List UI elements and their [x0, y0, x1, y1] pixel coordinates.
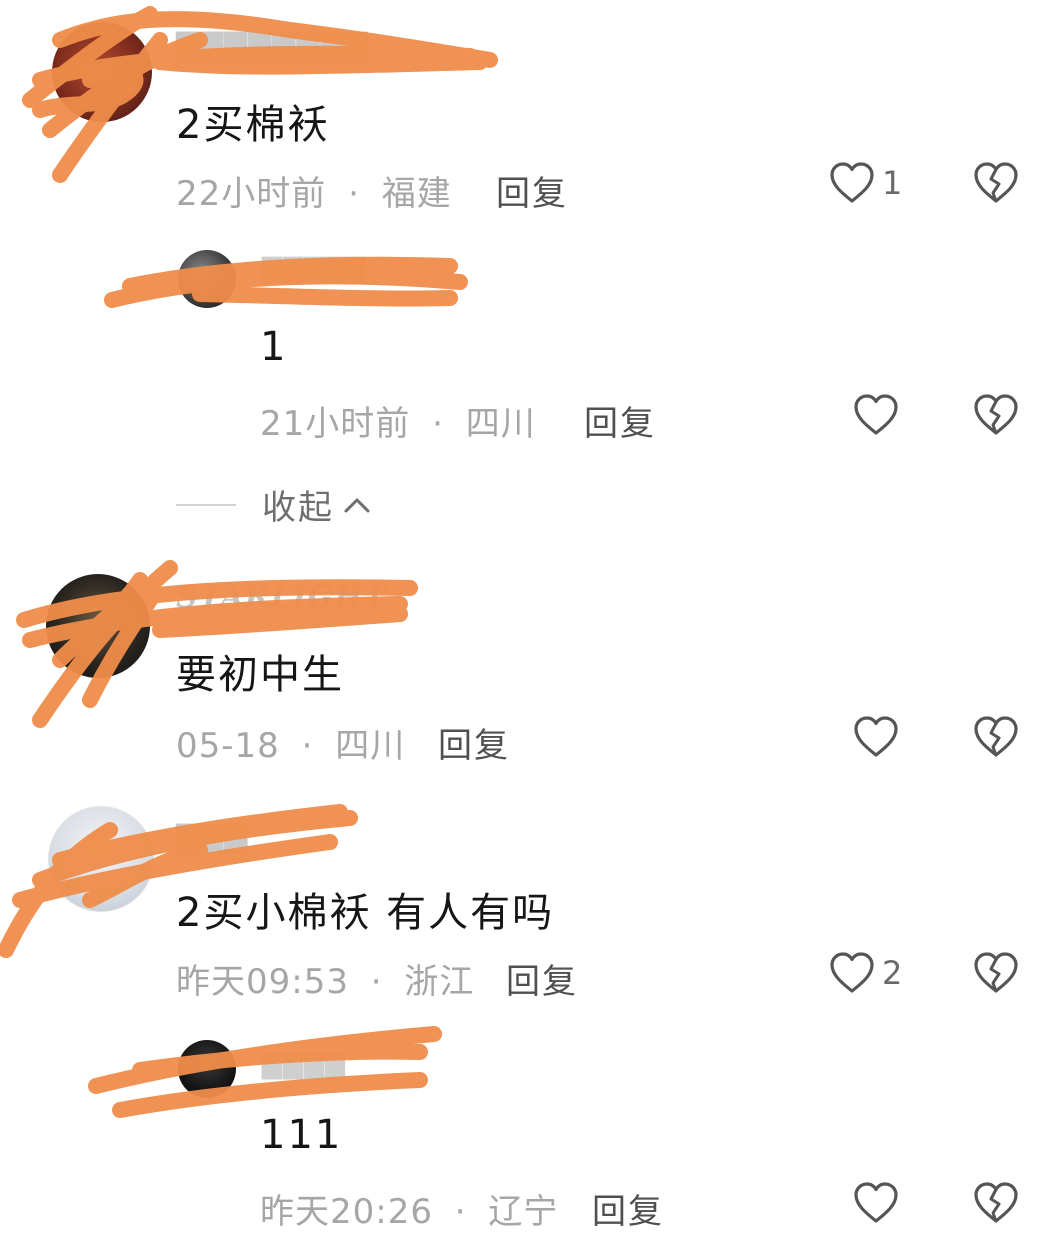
username[interactable]: STARLIGHT	[176, 580, 387, 615]
comment-time: 昨天20:26	[260, 1192, 433, 1232]
broken-heart-icon	[974, 952, 1018, 993]
meta-separator: ·	[348, 174, 360, 214]
heart-outline-icon	[854, 716, 898, 757]
comment-location: 四川	[335, 726, 406, 766]
broken-heart-icon	[974, 162, 1018, 203]
avatar[interactable]	[46, 574, 150, 678]
heart-outline-icon	[830, 162, 874, 203]
comment-text: 1	[260, 324, 288, 370]
comment-location: 福建	[381, 174, 452, 214]
comment-meta: 21小时前 · 四川	[260, 396, 536, 445]
comment-text: 2买棉袄	[176, 102, 330, 148]
dislike-button[interactable]	[972, 1180, 1020, 1230]
comment-location: 四川	[465, 404, 536, 444]
dislike-button[interactable]	[972, 714, 1020, 764]
divider	[176, 503, 236, 506]
avatar[interactable]	[178, 1040, 236, 1098]
avatar[interactable]	[52, 22, 152, 122]
meta-separator: ·	[432, 404, 444, 444]
like-button[interactable]	[852, 714, 906, 760]
like-button[interactable]: 2	[828, 950, 902, 996]
dislike-button[interactable]	[972, 160, 1020, 210]
comment-text: 111	[260, 1112, 343, 1158]
chevron-up-icon	[344, 498, 370, 512]
reply-button[interactable]: 回复	[496, 166, 568, 215]
comment-text: 要初中生	[176, 652, 344, 698]
meta-separator: ·	[454, 1192, 467, 1232]
comment-meta: 05-18 · 四川	[176, 718, 405, 767]
comment-meta: 22小时前 · 福建	[176, 166, 452, 215]
username[interactable]: ▇▇▇▇	[262, 1050, 346, 1080]
broken-heart-icon	[974, 716, 1018, 757]
like-button[interactable]	[852, 1180, 906, 1226]
heart-outline-icon	[854, 394, 898, 435]
comment-time: 22小时前	[176, 174, 327, 214]
heart-outline-icon	[830, 952, 874, 993]
meta-separator: ·	[370, 962, 383, 1002]
dislike-button[interactable]	[972, 950, 1020, 1000]
like-count: 1	[882, 164, 903, 202]
like-button[interactable]: 1	[828, 160, 902, 206]
comment-time: 昨天09:53	[176, 962, 349, 1002]
comment-location: 浙江	[404, 962, 475, 1002]
dislike-button[interactable]	[972, 392, 1020, 442]
collapse-replies-button[interactable]: 收起	[176, 480, 372, 529]
username[interactable]: ▇▇▇▇▇▇▇▇	[176, 28, 369, 63]
meta-separator: ·	[301, 726, 314, 766]
comment-meta: 昨天09:53 · 浙江	[176, 954, 474, 1003]
avatar[interactable]	[48, 806, 154, 912]
comment-meta: 昨天20:26 · 辽宁	[260, 1184, 558, 1233]
username[interactable]: ▇▇▇	[176, 820, 248, 855]
reply-button[interactable]: 回复	[592, 1184, 664, 1233]
broken-heart-icon	[974, 1182, 1018, 1223]
collapse-label: 收起	[262, 488, 334, 528]
comment-location: 辽宁	[488, 1192, 559, 1232]
avatar[interactable]	[178, 250, 236, 308]
reply-button[interactable]: 回复	[584, 396, 656, 445]
heart-outline-icon	[854, 1182, 898, 1223]
reply-button[interactable]: 回复	[506, 954, 578, 1003]
broken-heart-icon	[974, 394, 1018, 435]
comment-time: 21小时前	[260, 404, 411, 444]
comment-time: 05-18	[176, 726, 280, 766]
comment-text: 2买小棉袄 有人有吗	[176, 890, 555, 936]
reply-button[interactable]: 回复	[438, 718, 510, 767]
username[interactable]: ▇▇▇▇▇	[262, 254, 367, 284]
like-button[interactable]	[852, 392, 906, 438]
like-count: 2	[882, 954, 903, 992]
